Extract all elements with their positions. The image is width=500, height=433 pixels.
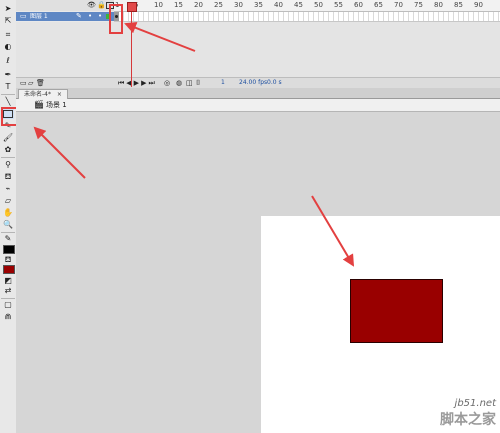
arrow-to-shape	[311, 195, 355, 267]
arrow-to-rectangle-tool	[33, 126, 86, 179]
annotation-arrows	[33, 22, 355, 267]
arrow-to-playhead	[124, 22, 196, 52]
flash-editor-window: ➤ ⇱ ⌗ ◐ ℓ ✒ T ╲ ✎ 🖌 ✿ ⚲ ⛾ ⌁ ▱ ✋ 🔍 ✎ ⛾ ◩ …	[0, 0, 500, 433]
